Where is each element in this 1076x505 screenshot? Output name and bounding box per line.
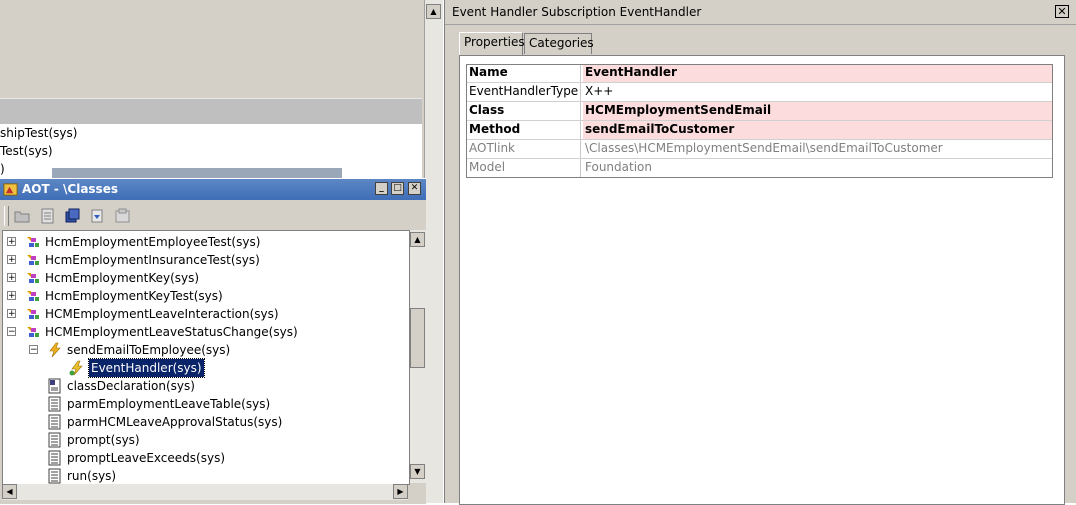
property-name: Name <box>466 64 581 82</box>
properties-title: Event Handler Subscription EventHandler <box>452 5 702 19</box>
scroll-up-arrow-icon[interactable]: ▲ <box>410 232 425 247</box>
property-value[interactable]: EventHandler <box>583 64 1053 82</box>
property-value: \Classes\HCMEmploymentSendEmail\sendEmai… <box>585 141 943 155</box>
tree-expander-icon[interactable]: + <box>7 309 16 319</box>
aot-vertical-scrollbar[interactable]: ▲ ▼ <box>410 230 426 483</box>
tree-node-label: HCMEmploymentLeaveInteraction(sys) <box>45 307 279 321</box>
tab-categories[interactable]: Categories <box>524 33 594 54</box>
tree-node-label: HcmEmploymentEmployeeTest(sys) <box>45 235 261 249</box>
aot-title-bar[interactable]: AOT - \Classes _ □ ✕ <box>0 179 426 200</box>
property-row[interactable]: Class HCMEmploymentSendEmail <box>466 102 1053 121</box>
tree-node-label: HcmEmploymentKey(sys) <box>45 271 200 285</box>
import-icon[interactable] <box>89 208 106 224</box>
background-list-item[interactable]: Test(sys) <box>0 144 53 158</box>
background-toolbar-strip <box>0 98 422 125</box>
property-row[interactable]: Method sendEmailToCustomer <box>466 121 1053 140</box>
aot-window: AOT - \Classes _ □ ✕ + HcmEmploymentEmplo… <box>0 178 426 504</box>
aot-toolbar <box>4 204 144 228</box>
class-icon <box>25 306 41 322</box>
compile-icon[interactable] <box>114 208 131 224</box>
tree-expander-icon[interactable]: + <box>7 291 16 301</box>
property-row[interactable]: Model Foundation <box>466 159 1053 178</box>
toolbar-grip <box>4 206 9 226</box>
tree-expander-icon[interactable]: + <box>7 237 16 247</box>
properties-body: Name EventHandler EventHandlerType X++ Class… <box>459 55 1065 505</box>
tree-node-label: run(sys) <box>67 469 117 483</box>
property-name: Method <box>466 121 581 139</box>
scroll-up-arrow-icon[interactable]: ▲ <box>426 4 441 19</box>
background-window: shipTest(sys) Test(sys) ) <box>0 0 424 180</box>
scroll-left-arrow-icon[interactable]: ◀ <box>2 484 17 499</box>
save-all-icon[interactable] <box>64 208 81 224</box>
method-icon <box>47 450 63 466</box>
tree-node-label: prompt(sys) <box>67 433 140 447</box>
properties-icon[interactable] <box>39 208 56 224</box>
class-icon <box>25 234 41 250</box>
method-event-icon <box>47 342 63 358</box>
property-name: AOTlink <box>466 140 581 158</box>
tree-node-label: classDeclaration(sys) <box>67 379 195 393</box>
scroll-thumb[interactable] <box>410 308 425 368</box>
property-row[interactable]: EventHandlerType X++ <box>466 83 1053 102</box>
tree-expander-icon[interactable]: − <box>29 345 38 355</box>
scroll-right-arrow-icon[interactable]: ▶ <box>393 484 408 499</box>
tree-node-label: EventHandler(sys) <box>88 358 205 378</box>
method-icon <box>47 396 63 412</box>
class-icon <box>25 270 41 286</box>
tree-node-label: parmHCMLeaveApprovalStatus(sys) <box>67 415 283 429</box>
class-icon <box>25 252 41 268</box>
aot-title: AOT - \Classes <box>22 182 118 196</box>
tree-node-label: HcmEmploymentKeyTest(sys) <box>45 289 223 303</box>
background-pane <box>0 0 422 98</box>
property-row[interactable]: AOTlink \Classes\HCMEmploymentSendEmail\s… <box>466 140 1053 159</box>
background-list-item[interactable]: shipTest(sys) <box>0 126 77 140</box>
aot-horizontal-scrollbar[interactable]: ◀ ▶ <box>2 484 408 500</box>
maximize-button[interactable]: □ <box>391 182 404 195</box>
method-icon <box>47 468 63 484</box>
property-row[interactable]: Name EventHandler <box>466 64 1053 83</box>
background-list-item[interactable]: ) <box>0 162 5 176</box>
property-value[interactable]: sendEmailToCustomer <box>583 121 1053 139</box>
class-icon <box>25 288 41 304</box>
tree-node-label: HCMEmploymentLeaveStatusChange(sys) <box>45 325 298 339</box>
tree-node-label: HcmEmploymentInsuranceTest(sys) <box>45 253 260 267</box>
tree-expander-icon[interactable]: + <box>7 273 16 283</box>
aot-window-icon <box>3 183 18 196</box>
property-name: EventHandlerType <box>466 83 581 101</box>
property-name: Model <box>466 159 581 177</box>
scroll-down-arrow-icon[interactable]: ▼ <box>410 464 425 479</box>
property-grid: Name EventHandler EventHandlerType X++ Class… <box>466 64 1053 178</box>
method-icon <box>47 432 63 448</box>
tree-node-label: promptLeaveExceeds(sys) <box>67 451 226 465</box>
open-folder-icon[interactable] <box>14 208 31 224</box>
tree-node-label: sendEmailToEmployee(sys) <box>67 343 231 357</box>
minimize-button[interactable]: _ <box>375 182 388 195</box>
properties-title-bar[interactable]: Event Handler Subscription EventHandler … <box>445 0 1076 25</box>
tree-expander-icon[interactable]: + <box>7 255 16 265</box>
property-value: Foundation <box>585 160 652 174</box>
class-declaration-icon <box>47 378 63 394</box>
tree-node-label: parmEmploymentLeaveTable(sys) <box>67 397 271 411</box>
method-icon <box>47 414 63 430</box>
class-icon <box>25 324 41 340</box>
aot-close-button[interactable]: ✕ <box>408 182 421 195</box>
properties-window: Event Handler Subscription EventHandler … <box>444 0 1076 505</box>
tree-expander-icon[interactable]: − <box>7 327 16 337</box>
outer-vertical-scrollbar[interactable]: ▲ <box>424 0 443 503</box>
property-value[interactable]: HCMEmploymentSendEmail <box>583 102 1053 120</box>
property-value[interactable]: X++ <box>583 83 1053 101</box>
aot-tree-view[interactable]: + HcmEmploymentEmployeeTest(sys) + HcmEmplo… <box>2 230 410 485</box>
tab-properties[interactable]: Properties <box>459 32 525 55</box>
properties-close-button[interactable]: ✕ <box>1055 5 1069 18</box>
property-name: Class <box>466 102 581 120</box>
event-handler-icon <box>69 360 85 376</box>
